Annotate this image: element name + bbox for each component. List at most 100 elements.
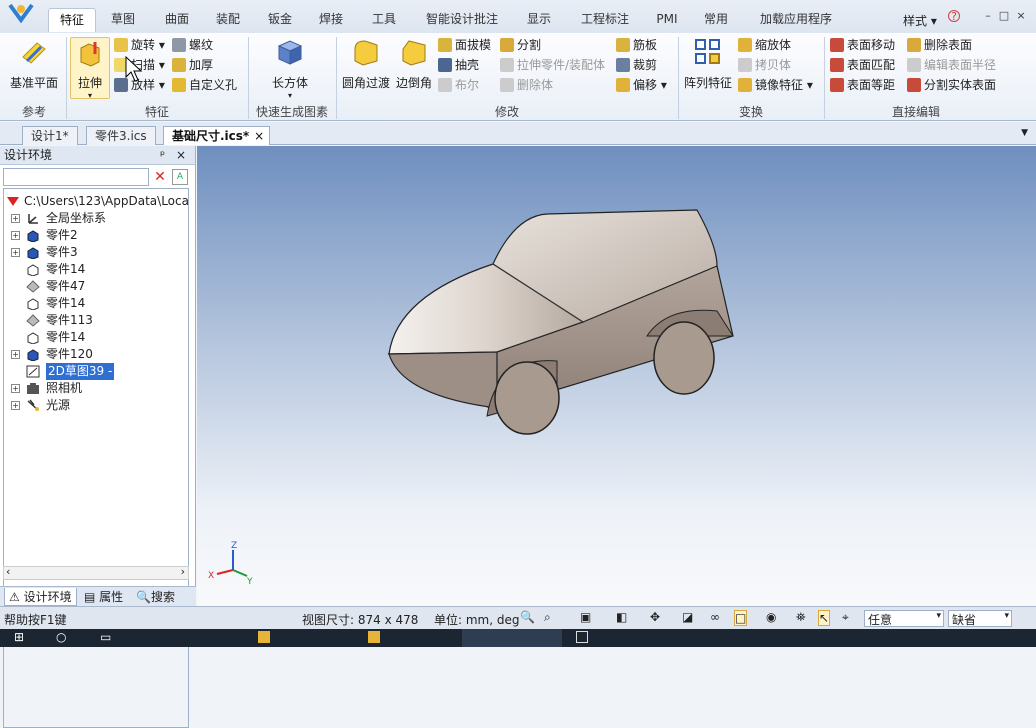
- orient-icon[interactable]: ▣: [580, 610, 591, 624]
- zoom-window-icon[interactable]: ⌕: [544, 610, 551, 625]
- tab-search[interactable]: 🔍搜索: [136, 588, 175, 606]
- tab-feature[interactable]: 特征: [48, 8, 96, 32]
- select-pointer-icon[interactable]: ↖: [818, 610, 831, 626]
- app-logo-icon[interactable]: [6, 2, 36, 24]
- render-icon[interactable]: ◪: [682, 610, 693, 624]
- filter-icon[interactable]: ⛯: [796, 610, 806, 625]
- datum-plane-label: 基准平面: [9, 76, 58, 90]
- pan-icon[interactable]: ✥: [650, 610, 660, 624]
- scale-body-button[interactable]: 缩放体: [738, 36, 791, 54]
- thicken-button[interactable]: 加厚: [172, 56, 213, 74]
- mirror-feature-button[interactable]: 镜像特征 ▾: [738, 76, 813, 94]
- tab-list-dropdown-icon[interactable]: ▼: [1021, 128, 1028, 138]
- equidistant-face-button[interactable]: 表面等距: [830, 76, 895, 94]
- tab-engineering-annotation[interactable]: 工程标注: [572, 8, 638, 32]
- filter-options-icon[interactable]: A: [172, 169, 188, 185]
- array-feature-button[interactable]: 阵列特征: [682, 37, 734, 91]
- tab-tools[interactable]: 工具: [364, 8, 404, 32]
- tab-assembly[interactable]: 装配: [208, 8, 248, 32]
- stretch-part-button[interactable]: 拉伸零件/装配体: [500, 56, 605, 74]
- help-icon[interactable]: ?: [948, 10, 960, 23]
- expand-icon[interactable]: +: [11, 384, 20, 393]
- trim-button[interactable]: 裁剪: [616, 56, 657, 74]
- expand-icon[interactable]: +: [11, 214, 20, 223]
- expand-icon[interactable]: +: [11, 231, 20, 240]
- view-cube-icon[interactable]: ◧: [616, 610, 627, 624]
- pin-icon[interactable]: ᵖ: [160, 146, 165, 165]
- tab-properties[interactable]: ▤ 属性: [84, 588, 123, 606]
- custom-hole-button[interactable]: 自定义孔: [172, 76, 237, 94]
- scroll-right-icon[interactable]: ›: [181, 565, 185, 578]
- tab-sheetmetal[interactable]: 钣金: [260, 8, 300, 32]
- expand-icon[interactable]: +: [11, 248, 20, 257]
- scroll-left-icon[interactable]: ‹: [6, 565, 10, 578]
- group-quick-label: 快速生成图素: [255, 105, 328, 119]
- doc-tab-base-size[interactable]: 基础尺寸.ics* ×: [163, 126, 271, 145]
- tab-weld[interactable]: 焊接: [311, 8, 351, 32]
- folder-icon[interactable]: [258, 631, 270, 643]
- pick-mode-select[interactable]: 任意 ▾: [864, 610, 944, 627]
- tab-common[interactable]: 常用: [696, 8, 736, 32]
- edit-face-radius-button[interactable]: 编辑表面半径: [907, 56, 996, 74]
- split-solid-face-button[interactable]: 分割实体表面: [907, 76, 996, 94]
- offset-button[interactable]: 偏移 ▾: [616, 76, 667, 94]
- thread-button[interactable]: 螺纹: [172, 36, 213, 54]
- datum-plane-button[interactable]: 基准平面: [6, 37, 62, 91]
- minimize-icon[interactable]: –: [982, 10, 994, 22]
- restore-icon[interactable]: □: [998, 10, 1010, 22]
- light-icon[interactable]: ◉: [766, 610, 776, 624]
- close-icon[interactable]: ×: [1015, 10, 1027, 22]
- style-menu[interactable]: 样式 ▾: [903, 12, 937, 29]
- tab-design-environment[interactable]: ⚠ 设计环境: [4, 588, 77, 606]
- move-face-button[interactable]: 表面移动: [830, 36, 895, 54]
- boolean-button[interactable]: 布尔: [438, 76, 479, 94]
- caxa-taskbar-app[interactable]: [462, 629, 562, 647]
- tree-item-label: 零件2: [46, 228, 78, 242]
- match-face-button[interactable]: 表面匹配: [830, 56, 895, 74]
- shell-button[interactable]: 抽壳: [438, 56, 479, 74]
- fillet-button[interactable]: 圆角过渡: [340, 37, 392, 91]
- tab-sketch[interactable]: 草图: [103, 8, 143, 32]
- box-button[interactable]: 长方体 ▾: [262, 37, 318, 100]
- clear-filter-icon[interactable]: ✕: [152, 169, 168, 185]
- folder-icon[interactable]: [368, 631, 380, 643]
- doc-tab-part3[interactable]: 零件3.ics: [86, 126, 156, 145]
- split-button[interactable]: 分割: [500, 36, 541, 54]
- taskbar-search-icon[interactable]: ○: [56, 630, 66, 644]
- pick-icon[interactable]: ⌖: [842, 610, 849, 625]
- car-model[interactable]: Z X Y: [197, 146, 1036, 606]
- tab-pmi[interactable]: PMI: [650, 8, 684, 32]
- panel-bottom-tabs: ⚠ 设计环境 ▤ 属性 🔍搜索: [0, 586, 196, 606]
- root-icon: [6, 195, 20, 208]
- glasses-icon[interactable]: ∞: [710, 610, 720, 624]
- tab-surface[interactable]: 曲面: [157, 8, 197, 32]
- expand-icon[interactable]: +: [11, 401, 20, 410]
- tab-smart-annotation[interactable]: 智能设计批注: [416, 8, 508, 32]
- close-tab-icon[interactable]: ×: [254, 127, 264, 145]
- tab-addins[interactable]: 加载应用程序: [750, 8, 842, 32]
- zoom-icon[interactable]: 🔍: [520, 610, 535, 624]
- 3d-viewport[interactable]: Z X Y: [197, 146, 1036, 606]
- panel-close-icon[interactable]: ×: [176, 146, 186, 165]
- app-icon[interactable]: [576, 631, 588, 643]
- draft-button[interactable]: 面拔模: [438, 36, 491, 54]
- view-size: 视图尺寸: 874 x 478: [302, 613, 419, 627]
- horizontal-scrollbar[interactable]: ‹ ›: [3, 565, 189, 580]
- start-icon[interactable]: ⊞: [14, 630, 24, 644]
- default-select[interactable]: 缺省 ▾: [948, 610, 1012, 627]
- tab-display[interactable]: 显示: [519, 8, 559, 32]
- task-view-icon[interactable]: ▭: [100, 630, 111, 644]
- tree-search-input[interactable]: [3, 168, 149, 186]
- delete-face-button[interactable]: 删除表面: [907, 36, 972, 54]
- copy-body-button[interactable]: 拷贝体: [738, 56, 791, 74]
- display-mode-icon[interactable]: □: [734, 610, 748, 626]
- expand-icon[interactable]: +: [11, 350, 20, 359]
- rib-button[interactable]: 筋板: [616, 36, 657, 54]
- rotate-button[interactable]: 旋转 ▾: [114, 36, 165, 54]
- svg-text:Z: Z: [231, 541, 237, 551]
- chamfer-button[interactable]: 边倒角: [394, 37, 434, 91]
- extrude-button[interactable]: 拉伸 ▾: [70, 37, 110, 100]
- group-separator: [336, 37, 337, 119]
- delete-body-button[interactable]: 删除体: [500, 76, 553, 94]
- doc-tab-design1[interactable]: 设计1*: [22, 126, 78, 145]
